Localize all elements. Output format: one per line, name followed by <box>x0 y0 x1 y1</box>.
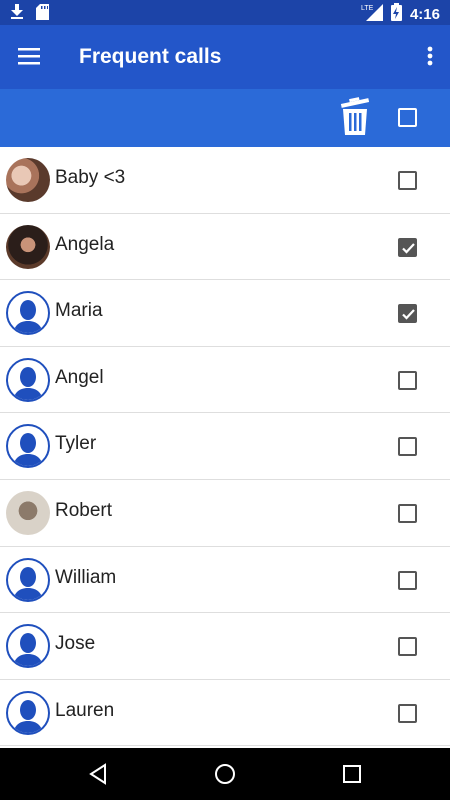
list-item[interactable]: Baby <3 <box>0 147 450 214</box>
download-icon <box>10 4 24 25</box>
default-avatar-icon <box>6 624 50 669</box>
contact-name: Angela <box>55 233 115 255</box>
avatar <box>6 158 50 202</box>
avatar <box>6 224 50 269</box>
contact-checkbox[interactable] <box>398 237 417 257</box>
contact-checkbox[interactable] <box>398 304 417 324</box>
checkmark-icon <box>402 309 415 320</box>
contact-name: Angel <box>55 366 104 388</box>
status-time: 4:16 <box>409 6 440 23</box>
list-item[interactable]: Jose <box>0 613 450 680</box>
contact-name: Jose <box>55 633 96 655</box>
default-avatar-icon <box>6 690 50 735</box>
contact-checkbox[interactable] <box>398 171 417 190</box>
sd-card-icon <box>36 4 49 25</box>
back-icon[interactable] <box>86 762 110 786</box>
battery-charging-icon <box>390 3 402 26</box>
contact-checkbox[interactable] <box>398 703 417 723</box>
contact-checkbox[interactable] <box>398 637 417 657</box>
checkmark-icon <box>402 242 415 254</box>
select-all-checkbox[interactable] <box>398 108 417 127</box>
contact-name: Lauren <box>55 699 115 721</box>
contact-name: Baby <3 <box>55 167 126 188</box>
list-item[interactable]: Angela <box>0 214 450 281</box>
contact-checkbox[interactable] <box>398 570 417 590</box>
contact-name: William <box>55 566 117 588</box>
contact-checkbox[interactable] <box>398 503 417 523</box>
avatar <box>6 490 50 535</box>
default-avatar-icon <box>6 291 50 336</box>
default-avatar-icon <box>6 357 50 402</box>
system-nav-bar <box>0 748 450 800</box>
contact-checkbox[interactable] <box>398 437 417 457</box>
list-item[interactable]: William <box>0 547 450 614</box>
default-avatar-icon <box>6 424 50 469</box>
list-item[interactable]: Robert <box>0 480 450 547</box>
trash-icon[interactable] <box>339 97 371 137</box>
contact-list: Baby <3 Angela Maria Angel Tyler Robert … <box>0 147 450 748</box>
list-item[interactable]: Angel <box>0 347 450 414</box>
list-item[interactable]: Maria <box>0 280 450 347</box>
more-vert-icon[interactable] <box>426 45 434 67</box>
recents-icon[interactable] <box>340 762 364 786</box>
selection-action-bar <box>0 89 450 147</box>
svg-text:LTE: LTE <box>361 5 374 12</box>
contact-name: Robert <box>55 499 113 521</box>
contact-name: Tyler <box>55 433 97 455</box>
hamburger-menu-icon[interactable] <box>18 47 40 65</box>
home-icon[interactable] <box>213 762 237 786</box>
list-item[interactable]: Tyler <box>0 413 450 480</box>
contact-name: Maria <box>55 300 103 322</box>
list-item[interactable]: Lauren <box>0 680 450 747</box>
contact-checkbox[interactable] <box>398 370 417 390</box>
default-avatar-icon <box>6 557 50 602</box>
status-bar: LTE 4:16 <box>0 0 450 25</box>
app-bar: Frequent calls <box>0 25 450 89</box>
signal-icon: LTE <box>361 3 383 26</box>
page-title: Frequent calls <box>79 45 222 68</box>
